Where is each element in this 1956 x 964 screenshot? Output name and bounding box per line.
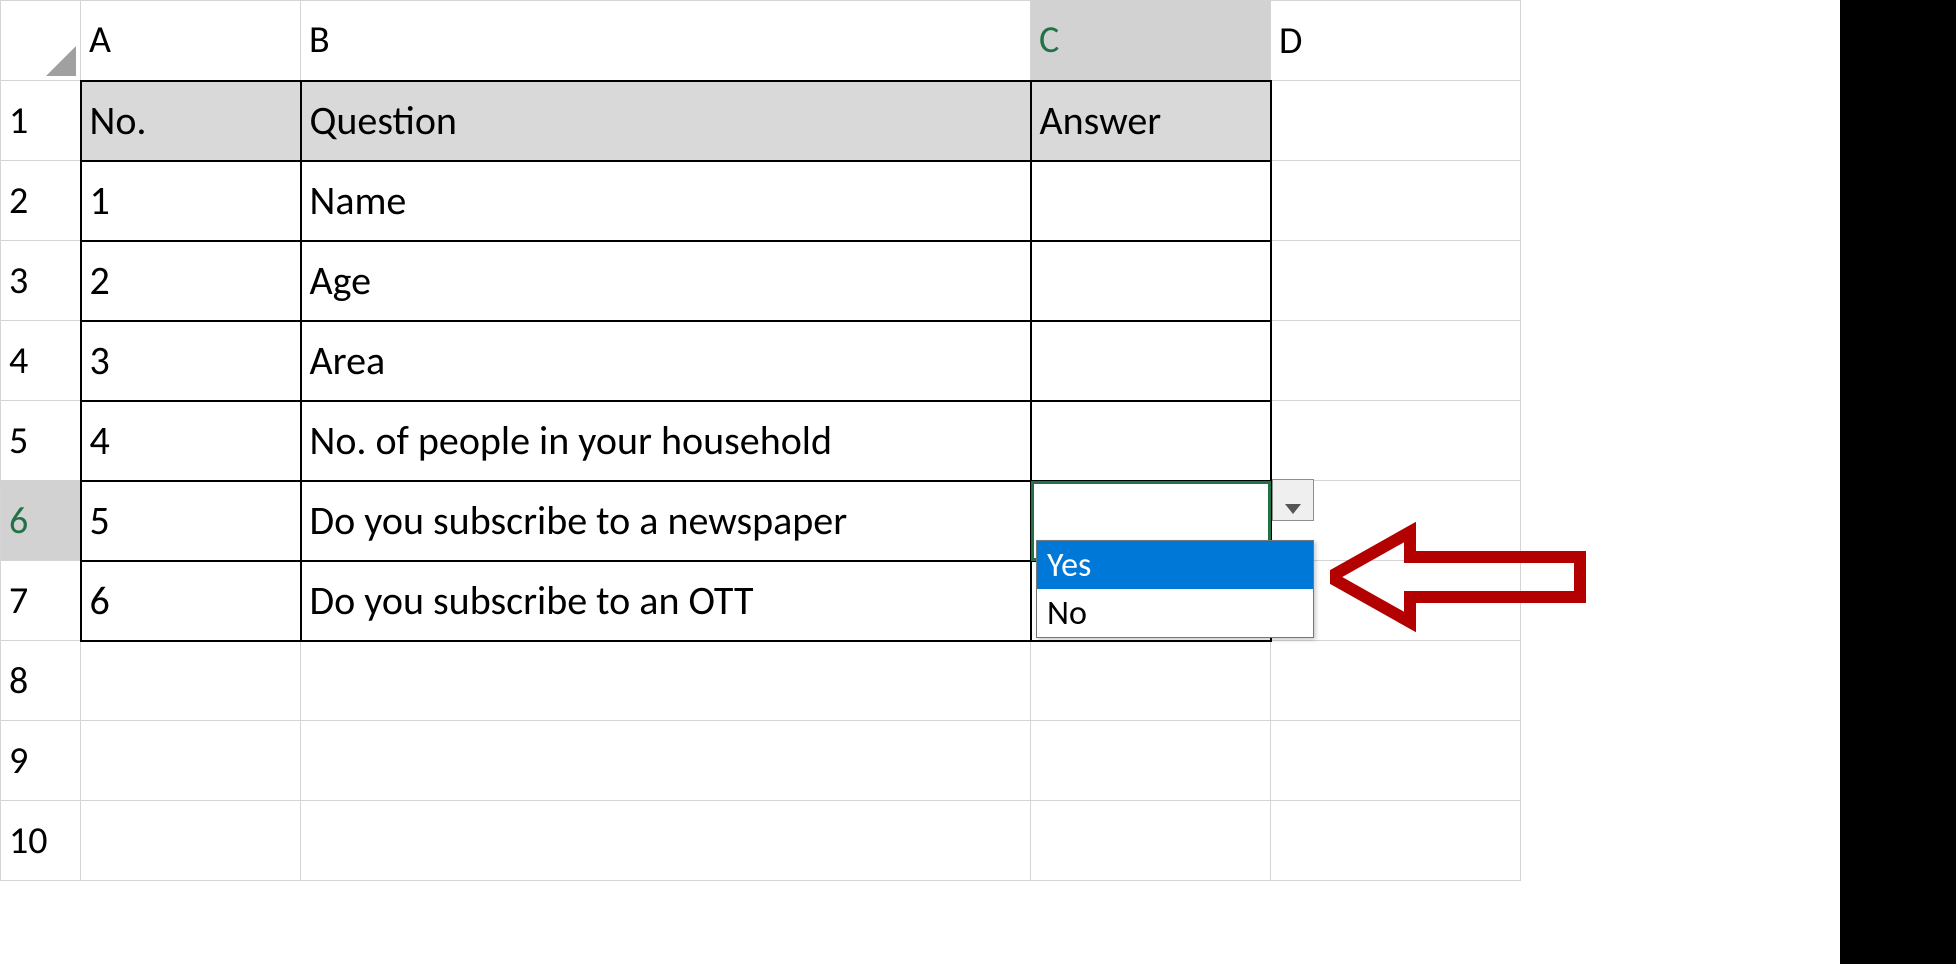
cell-A1[interactable]: No.: [81, 81, 301, 161]
col-header-B[interactable]: B: [301, 1, 1031, 81]
cell-A3[interactable]: 2: [81, 241, 301, 321]
row-header-4[interactable]: 4: [1, 321, 81, 401]
cell-C5[interactable]: [1031, 401, 1271, 481]
row-header-1[interactable]: 1: [1, 81, 81, 161]
cell-A9[interactable]: [81, 721, 301, 801]
cell-A7[interactable]: 6: [81, 561, 301, 641]
cell-B9[interactable]: [301, 721, 1031, 801]
cell-B2[interactable]: Name: [301, 161, 1031, 241]
cell-D2[interactable]: [1271, 161, 1521, 241]
select-all-corner[interactable]: [1, 1, 81, 81]
row-header-6[interactable]: 6: [1, 481, 81, 561]
cell-D1[interactable]: [1271, 81, 1521, 161]
row-header-8[interactable]: 8: [1, 641, 81, 721]
row-header-3[interactable]: 3: [1, 241, 81, 321]
cell-B4[interactable]: Area: [301, 321, 1031, 401]
cell-B5[interactable]: No. of people in your household: [301, 401, 1031, 481]
cell-B6[interactable]: Do you subscribe to a newspaper: [301, 481, 1031, 561]
cell-C2[interactable]: [1031, 161, 1271, 241]
cell-D5[interactable]: [1271, 401, 1521, 481]
row-header-10[interactable]: 10: [1, 801, 81, 881]
cropped-edge: [1840, 0, 1956, 964]
cell-C1[interactable]: Answer: [1031, 81, 1271, 161]
cell-D9[interactable]: [1271, 721, 1521, 801]
cell-A5[interactable]: 4: [81, 401, 301, 481]
cell-B3[interactable]: Age: [301, 241, 1031, 321]
cell-A2[interactable]: 1: [81, 161, 301, 241]
cell-C3[interactable]: [1031, 241, 1271, 321]
cell-B10[interactable]: [301, 801, 1031, 881]
cell-D8[interactable]: [1271, 641, 1521, 721]
row-header-2[interactable]: 2: [1, 161, 81, 241]
row-header-7[interactable]: 7: [1, 561, 81, 641]
row-header-9[interactable]: 9: [1, 721, 81, 801]
cell-B8[interactable]: [301, 641, 1031, 721]
dropdown-option-no[interactable]: No: [1037, 589, 1313, 637]
cell-D10[interactable]: [1271, 801, 1521, 881]
col-header-A[interactable]: A: [81, 1, 301, 81]
cell-B7[interactable]: Do you subscribe to an OTT: [301, 561, 1031, 641]
cell-D4[interactable]: [1271, 321, 1521, 401]
col-header-C[interactable]: C: [1031, 1, 1271, 81]
cell-A4[interactable]: 3: [81, 321, 301, 401]
spreadsheet-grid: A B C D 1 No. Question Answer 2 1 Name 3…: [0, 0, 1521, 881]
chevron-down-icon: [1285, 476, 1301, 525]
cell-C9[interactable]: [1031, 721, 1271, 801]
cell-C4[interactable]: [1031, 321, 1271, 401]
cell-B1[interactable]: Question: [301, 81, 1031, 161]
row-header-5[interactable]: 5: [1, 401, 81, 481]
cell-A6[interactable]: 5: [81, 481, 301, 561]
col-header-D[interactable]: D: [1271, 1, 1521, 81]
cell-C8[interactable]: [1031, 641, 1271, 721]
cell-D3[interactable]: [1271, 241, 1521, 321]
data-validation-dropdown-list[interactable]: Yes No: [1036, 540, 1314, 638]
cell-A10[interactable]: [81, 801, 301, 881]
cell-A8[interactable]: [81, 641, 301, 721]
cell-C10[interactable]: [1031, 801, 1271, 881]
dropdown-option-yes[interactable]: Yes: [1037, 541, 1313, 589]
data-validation-dropdown-button[interactable]: [1272, 479, 1314, 521]
spreadsheet-area: A B C D 1 No. Question Answer 2 1 Name 3…: [0, 0, 1840, 881]
